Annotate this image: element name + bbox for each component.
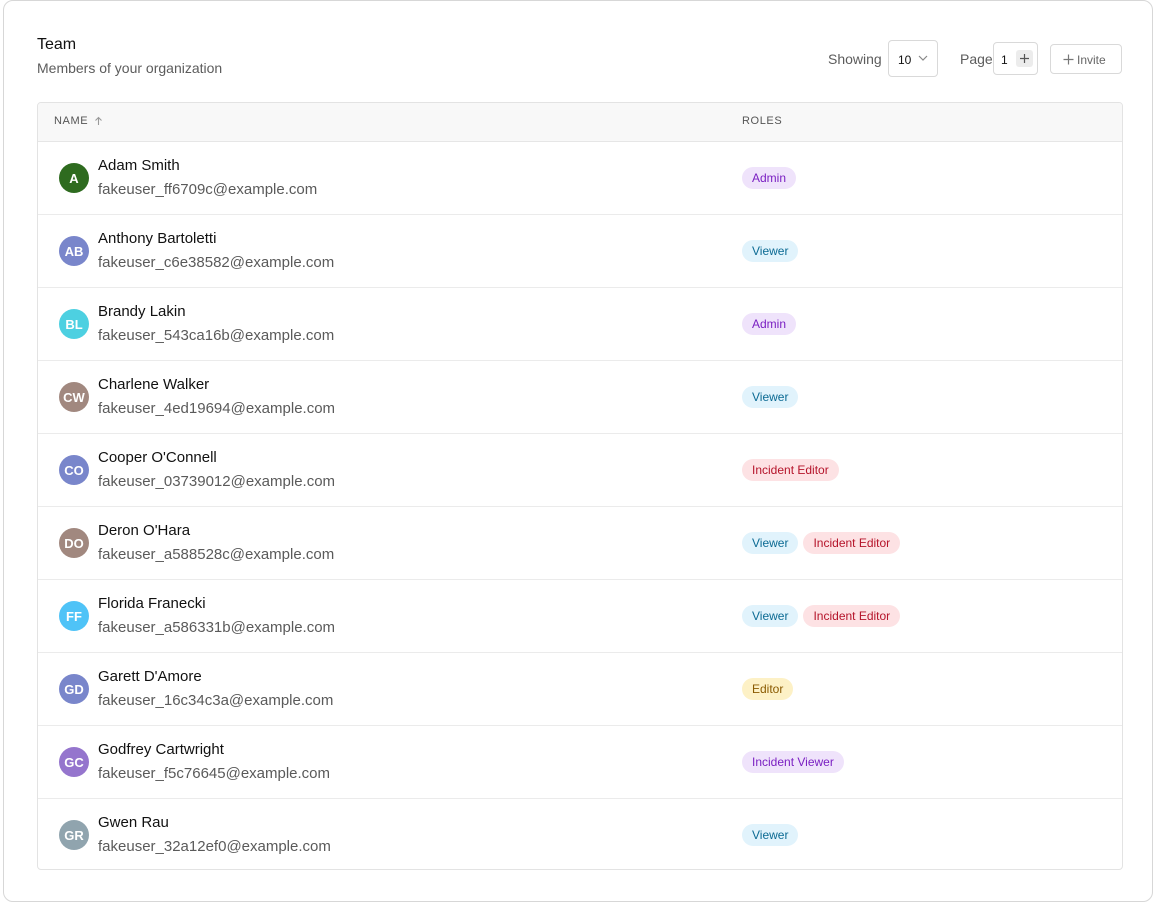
page-size-value: 10: [898, 53, 912, 67]
member-email: fakeuser_32a12ef0@example.com: [98, 838, 331, 855]
member-name: Godfrey Cartwright: [98, 741, 224, 758]
plus-icon: [1063, 54, 1074, 65]
member-roles: Admin: [742, 313, 797, 335]
member-name: Anthony Bartoletti: [98, 230, 217, 247]
table-row[interactable]: FF Florida Franecki fakeuser_a586331b@exam…: [38, 580, 1122, 653]
member-roles: Incident Viewer: [742, 751, 844, 773]
member-email: fakeuser_03739012@example.com: [98, 473, 336, 490]
member-roles: Viewer: [742, 240, 799, 262]
table-row[interactable]: CW Charlene Walker fakeuser_4ed19694@examp…: [38, 361, 1122, 434]
plus-icon: [1020, 54, 1029, 63]
member-email: fakeuser_a588528c@example.com: [98, 546, 335, 563]
member-name: Garett D'Amore: [98, 668, 202, 685]
role-badge: Incident Viewer: [742, 751, 844, 773]
table-row[interactable]: A Adam Smith fakeuser_ff6709c@example.com A…: [38, 142, 1122, 215]
member-roles: Viewer: [742, 386, 799, 408]
role-badge: Viewer: [742, 605, 799, 627]
showing-label: Showing: [828, 51, 882, 67]
role-badge: Editor: [742, 678, 794, 700]
role-badge: Admin: [742, 167, 797, 189]
page-subtitle: Members of your organization: [37, 60, 223, 76]
table-row[interactable]: AB Anthony Bartoletti fakeuser_c6e38582@ex…: [38, 215, 1122, 288]
role-badge: Viewer: [742, 824, 799, 846]
page-label: Page: [960, 51, 993, 67]
invite-button-label: Invite: [1077, 53, 1106, 67]
member-email: fakeuser_a586331b@example.com: [98, 619, 336, 636]
role-badge: Viewer: [742, 240, 799, 262]
avatar: GD: [59, 674, 89, 704]
table-row[interactable]: GR Gwen Rau fakeuser_32a12ef0@example.com V…: [38, 799, 1122, 869]
member-name: Deron O'Hara: [98, 522, 191, 539]
avatar: CO: [59, 455, 89, 485]
avatar: DO: [59, 528, 89, 558]
avatar: GR: [59, 820, 89, 850]
table-row[interactable]: CO Cooper O'Connell fakeuser_03739012@exam…: [38, 434, 1122, 507]
table-row[interactable]: BL Brandy Lakin fakeuser_543ca16b@example.…: [38, 288, 1122, 361]
table-row[interactable]: DO Deron O'Hara fakeuser_a588528c@example.…: [38, 507, 1122, 580]
avatar: BL: [59, 309, 89, 339]
member-email: fakeuser_16c34c3a@example.com: [98, 692, 334, 709]
member-name: Gwen Rau: [98, 814, 169, 831]
member-email: fakeuser_543ca16b@example.com: [98, 327, 335, 344]
member-roles: Viewer: [742, 824, 799, 846]
member-email: fakeuser_f5c76645@example.com: [98, 765, 331, 782]
page-size-select[interactable]: 10: [888, 40, 938, 77]
chevron-down-icon: [918, 55, 928, 61]
role-badge: Viewer: [742, 386, 799, 408]
member-name: Florida Franecki: [98, 595, 206, 612]
member-roles: Incident Editor: [742, 459, 839, 481]
avatar: GC: [59, 747, 89, 777]
role-badge: Incident Editor: [803, 605, 901, 627]
column-header-roles: ROLES: [742, 115, 783, 127]
role-badge: Incident Editor: [803, 532, 901, 554]
table-row[interactable]: GC Godfrey Cartwright fakeuser_f5c76645@ex…: [38, 726, 1122, 799]
table-body: A Adam Smith fakeuser_ff6709c@example.com A…: [38, 142, 1122, 869]
avatar: FF: [59, 601, 89, 631]
member-name: Brandy Lakin: [98, 303, 186, 320]
page-increment-button[interactable]: [1016, 50, 1033, 67]
member-roles: Editor: [742, 678, 794, 700]
sort-ascending-icon[interactable]: [94, 116, 103, 126]
avatar: AB: [59, 236, 89, 266]
role-badge: Admin: [742, 313, 797, 335]
member-name: Charlene Walker: [98, 376, 210, 393]
member-roles: Viewer Incident Editor: [742, 532, 901, 554]
member-email: fakeuser_4ed19694@example.com: [98, 400, 336, 417]
team-card: Team Members of your organization Showin…: [3, 0, 1153, 902]
avatar: A: [59, 163, 89, 193]
member-email: fakeuser_ff6709c@example.com: [98, 181, 318, 198]
member-roles: Viewer Incident Editor: [742, 605, 901, 627]
member-roles: Admin: [742, 167, 797, 189]
member-email: fakeuser_c6e38582@example.com: [98, 254, 335, 271]
members-table: NAME ROLES A Adam Smith fakeuser_ff6709c@e…: [37, 102, 1123, 870]
page-number-value: 1: [1001, 53, 1008, 67]
table-header: NAME ROLES: [38, 103, 1122, 142]
page-title: Team: [37, 36, 77, 53]
member-name: Adam Smith: [98, 157, 180, 174]
member-name: Cooper O'Connell: [98, 449, 217, 466]
table-row[interactable]: GD Garett D'Amore fakeuser_16c34c3a@exampl…: [38, 653, 1122, 726]
page-number-field[interactable]: 1: [993, 42, 1038, 75]
column-header-name[interactable]: NAME: [54, 115, 88, 127]
invite-button[interactable]: Invite: [1050, 44, 1122, 74]
role-badge: Viewer: [742, 532, 799, 554]
avatar: CW: [59, 382, 89, 412]
role-badge: Incident Editor: [742, 459, 839, 481]
